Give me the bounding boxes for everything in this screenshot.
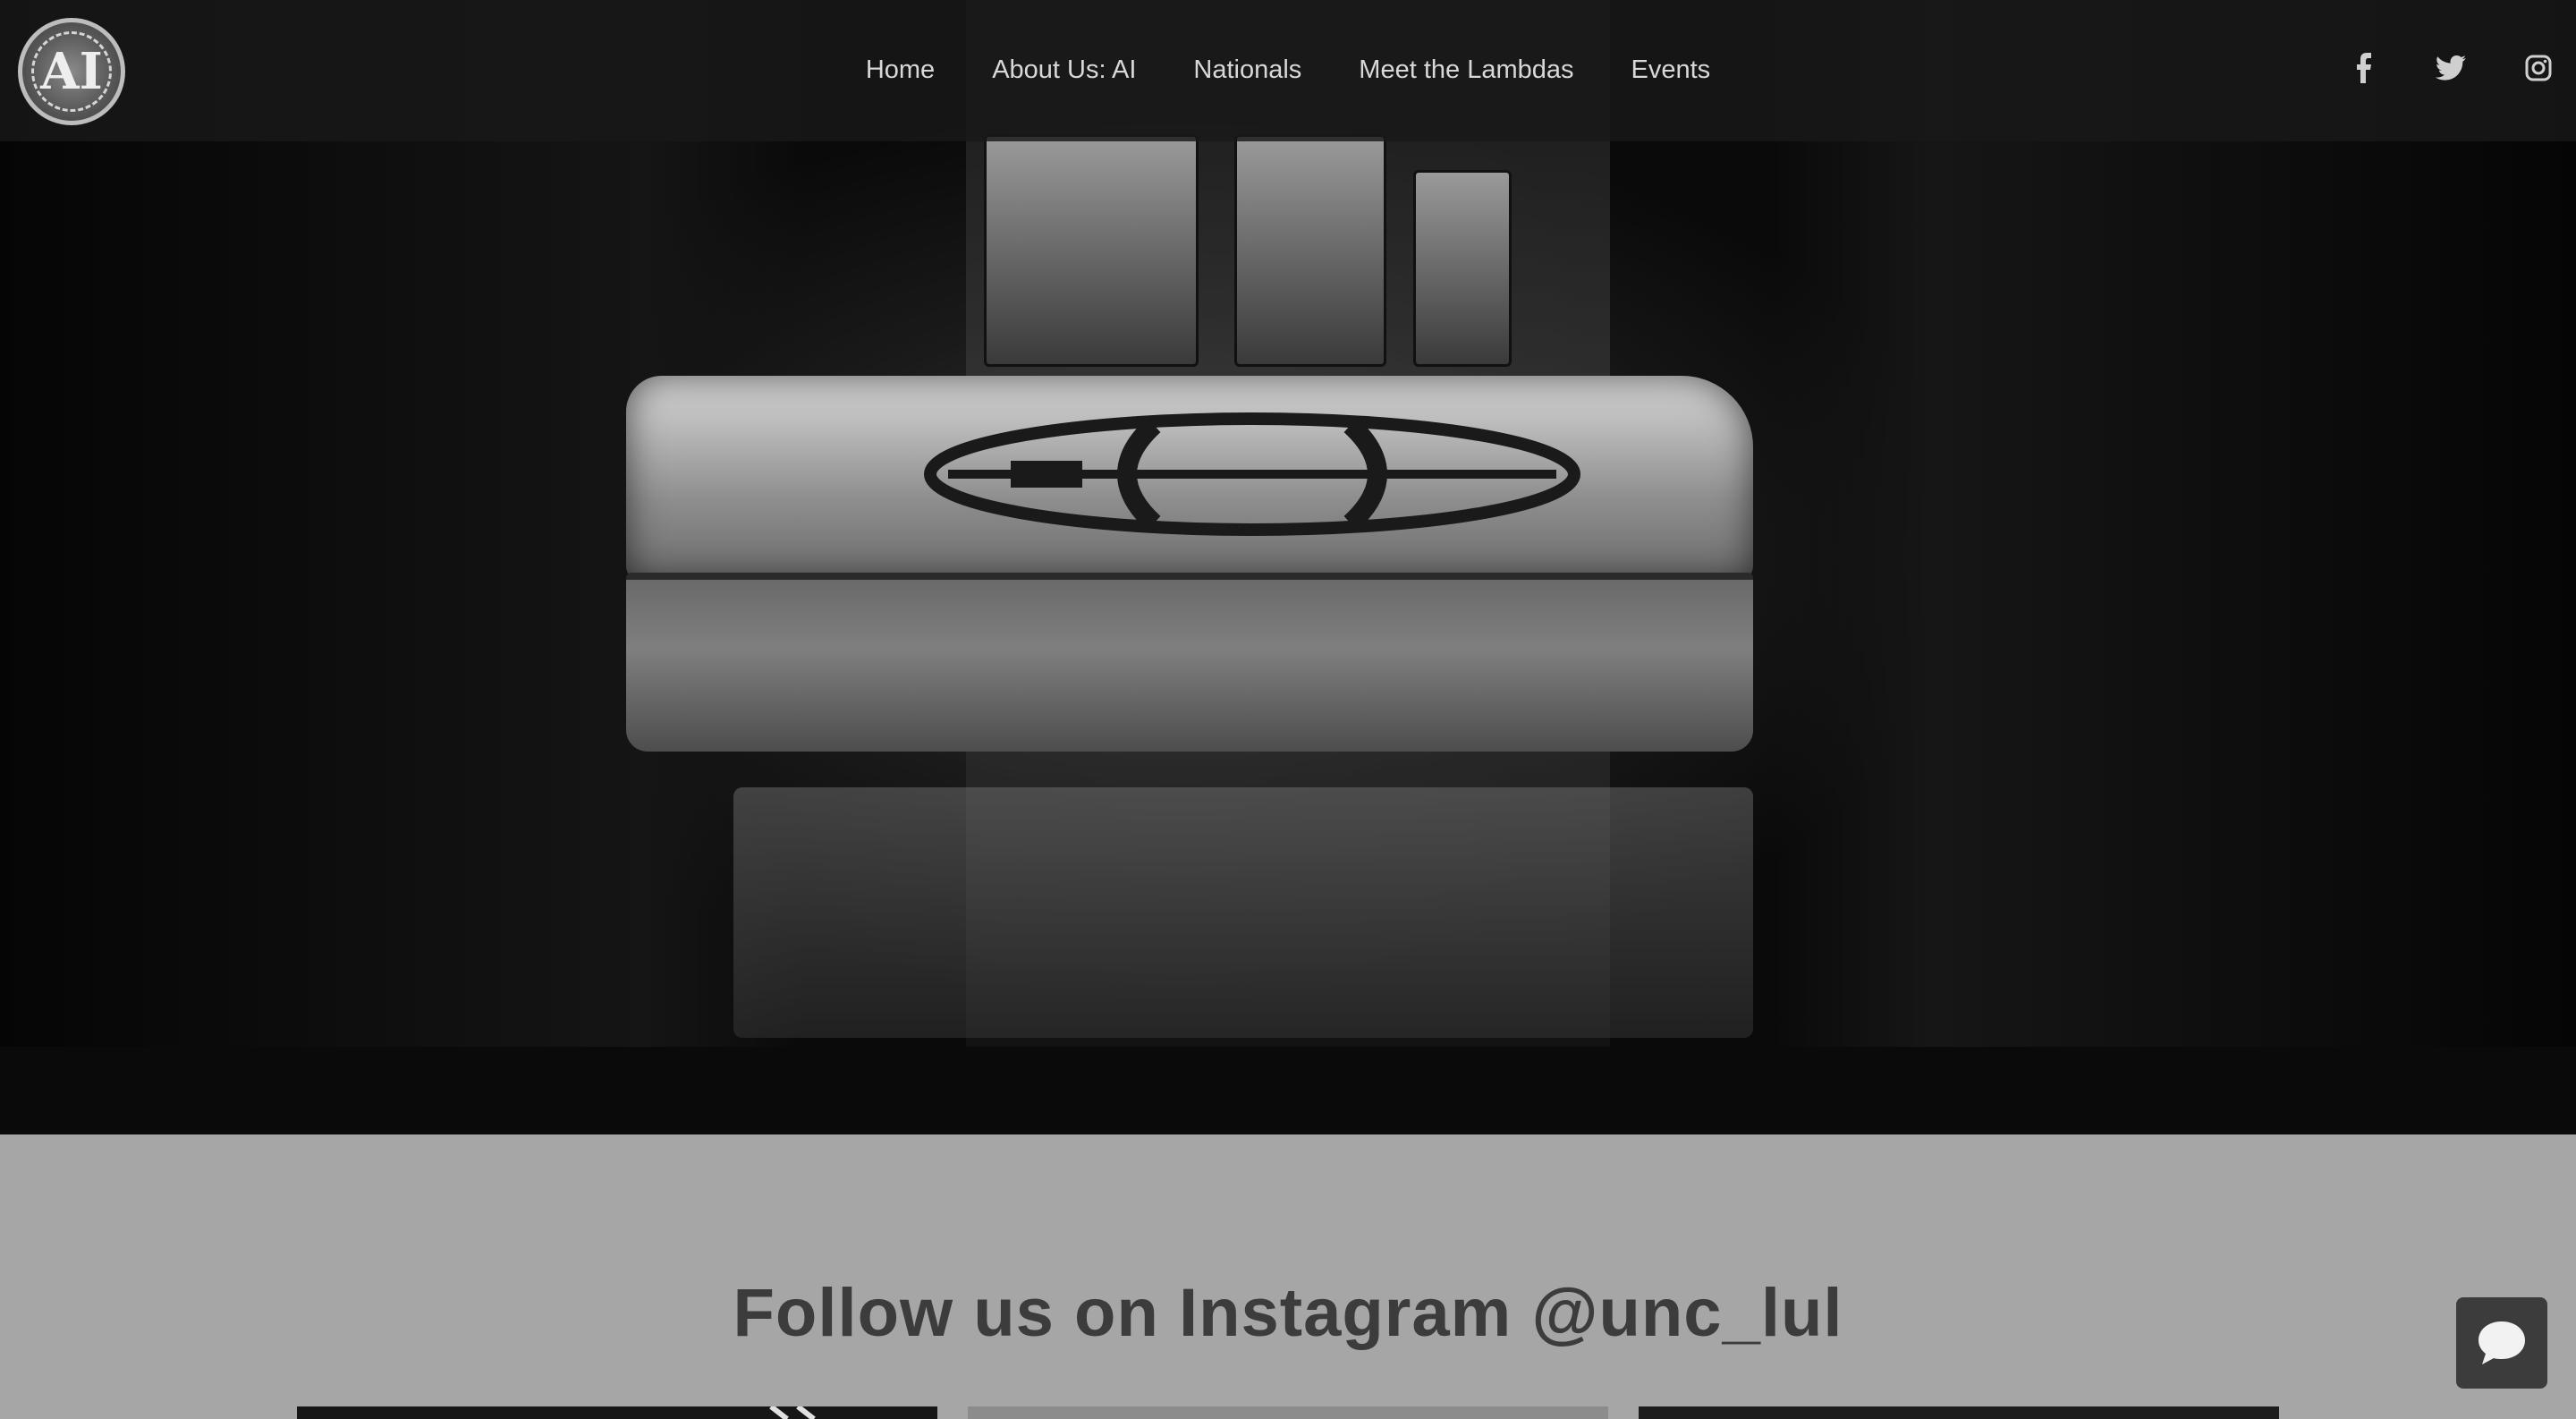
instagram-icon[interactable] bbox=[2522, 52, 2555, 84]
instagram-thumbnail[interactable] bbox=[968, 1406, 1608, 1419]
hero-reflection bbox=[733, 787, 1753, 1038]
chat-button[interactable] bbox=[2456, 1297, 2547, 1389]
twitter-icon[interactable] bbox=[2435, 52, 2467, 84]
hero-shadow-right bbox=[1771, 0, 2576, 1134]
instagram-thumbnail[interactable] bbox=[297, 1406, 937, 1419]
logo-text: AI bbox=[40, 42, 103, 101]
facebook-icon[interactable] bbox=[2347, 52, 2379, 84]
chat-bubble-icon bbox=[2479, 1321, 2525, 1364]
main-nav: Home About Us: AI Nationals Meet the Lam… bbox=[0, 54, 2576, 86]
instagram-thumbnail[interactable] bbox=[1639, 1406, 2279, 1419]
nav-about-us[interactable]: About Us: AI bbox=[992, 54, 1136, 86]
instagram-heading: Follow us on Instagram @unc_lul bbox=[733, 1275, 1843, 1351]
tag-emblem-icon bbox=[924, 412, 1580, 536]
nav-meet-the-lambdas[interactable]: Meet the Lambdas bbox=[1359, 54, 1573, 86]
social-links bbox=[2347, 52, 2555, 84]
hero-metal-tag bbox=[626, 376, 1753, 769]
site-header: AI Home About Us: AI Nationals Meet the … bbox=[0, 0, 2576, 141]
hero-banner bbox=[0, 0, 2576, 1134]
nav-home[interactable]: Home bbox=[866, 54, 935, 86]
site-logo[interactable]: AI bbox=[18, 18, 125, 125]
instagram-section: Follow us on Instagram @unc_lul bbox=[0, 1134, 2576, 1419]
nav-events[interactable]: Events bbox=[1631, 54, 1711, 86]
nav-nationals[interactable]: Nationals bbox=[1193, 54, 1301, 86]
hero-base bbox=[0, 1047, 2576, 1134]
